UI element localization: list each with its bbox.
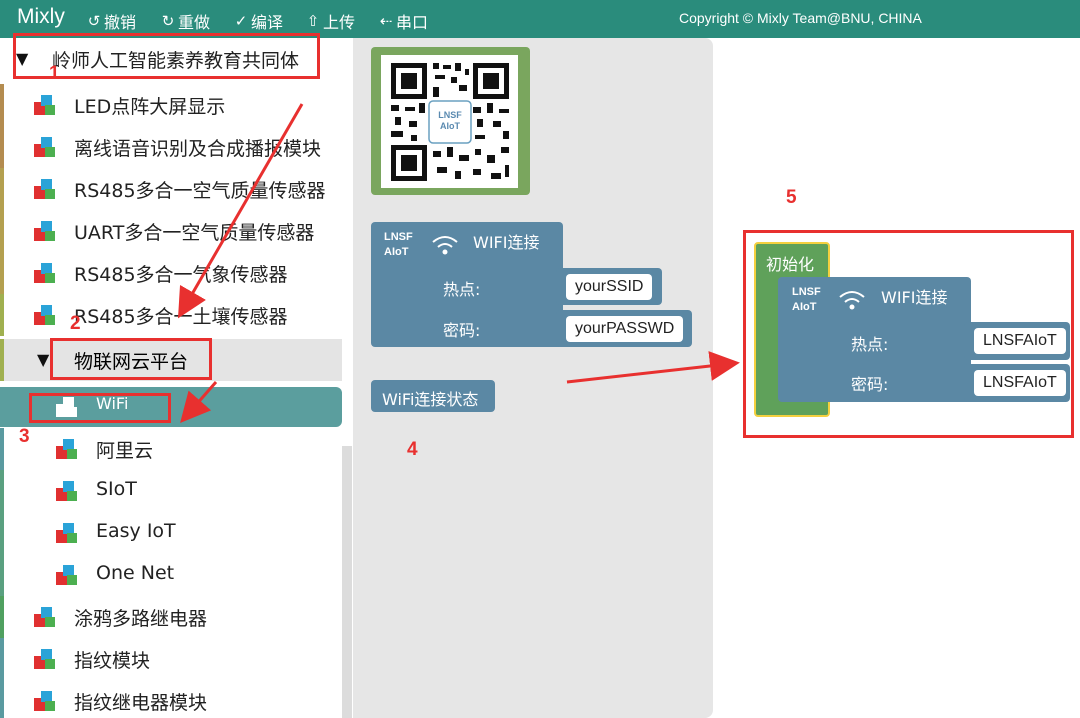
arrow xyxy=(566,351,740,384)
mixly-window: Mixly ↺ 撤销 ↻ 重做 ✓ 编译 ⇧ 上传 ⇠ 串口 Copyright… xyxy=(0,0,1080,718)
arrow xyxy=(180,381,218,424)
annotation-arrows xyxy=(177,103,740,424)
arrow xyxy=(177,103,304,319)
